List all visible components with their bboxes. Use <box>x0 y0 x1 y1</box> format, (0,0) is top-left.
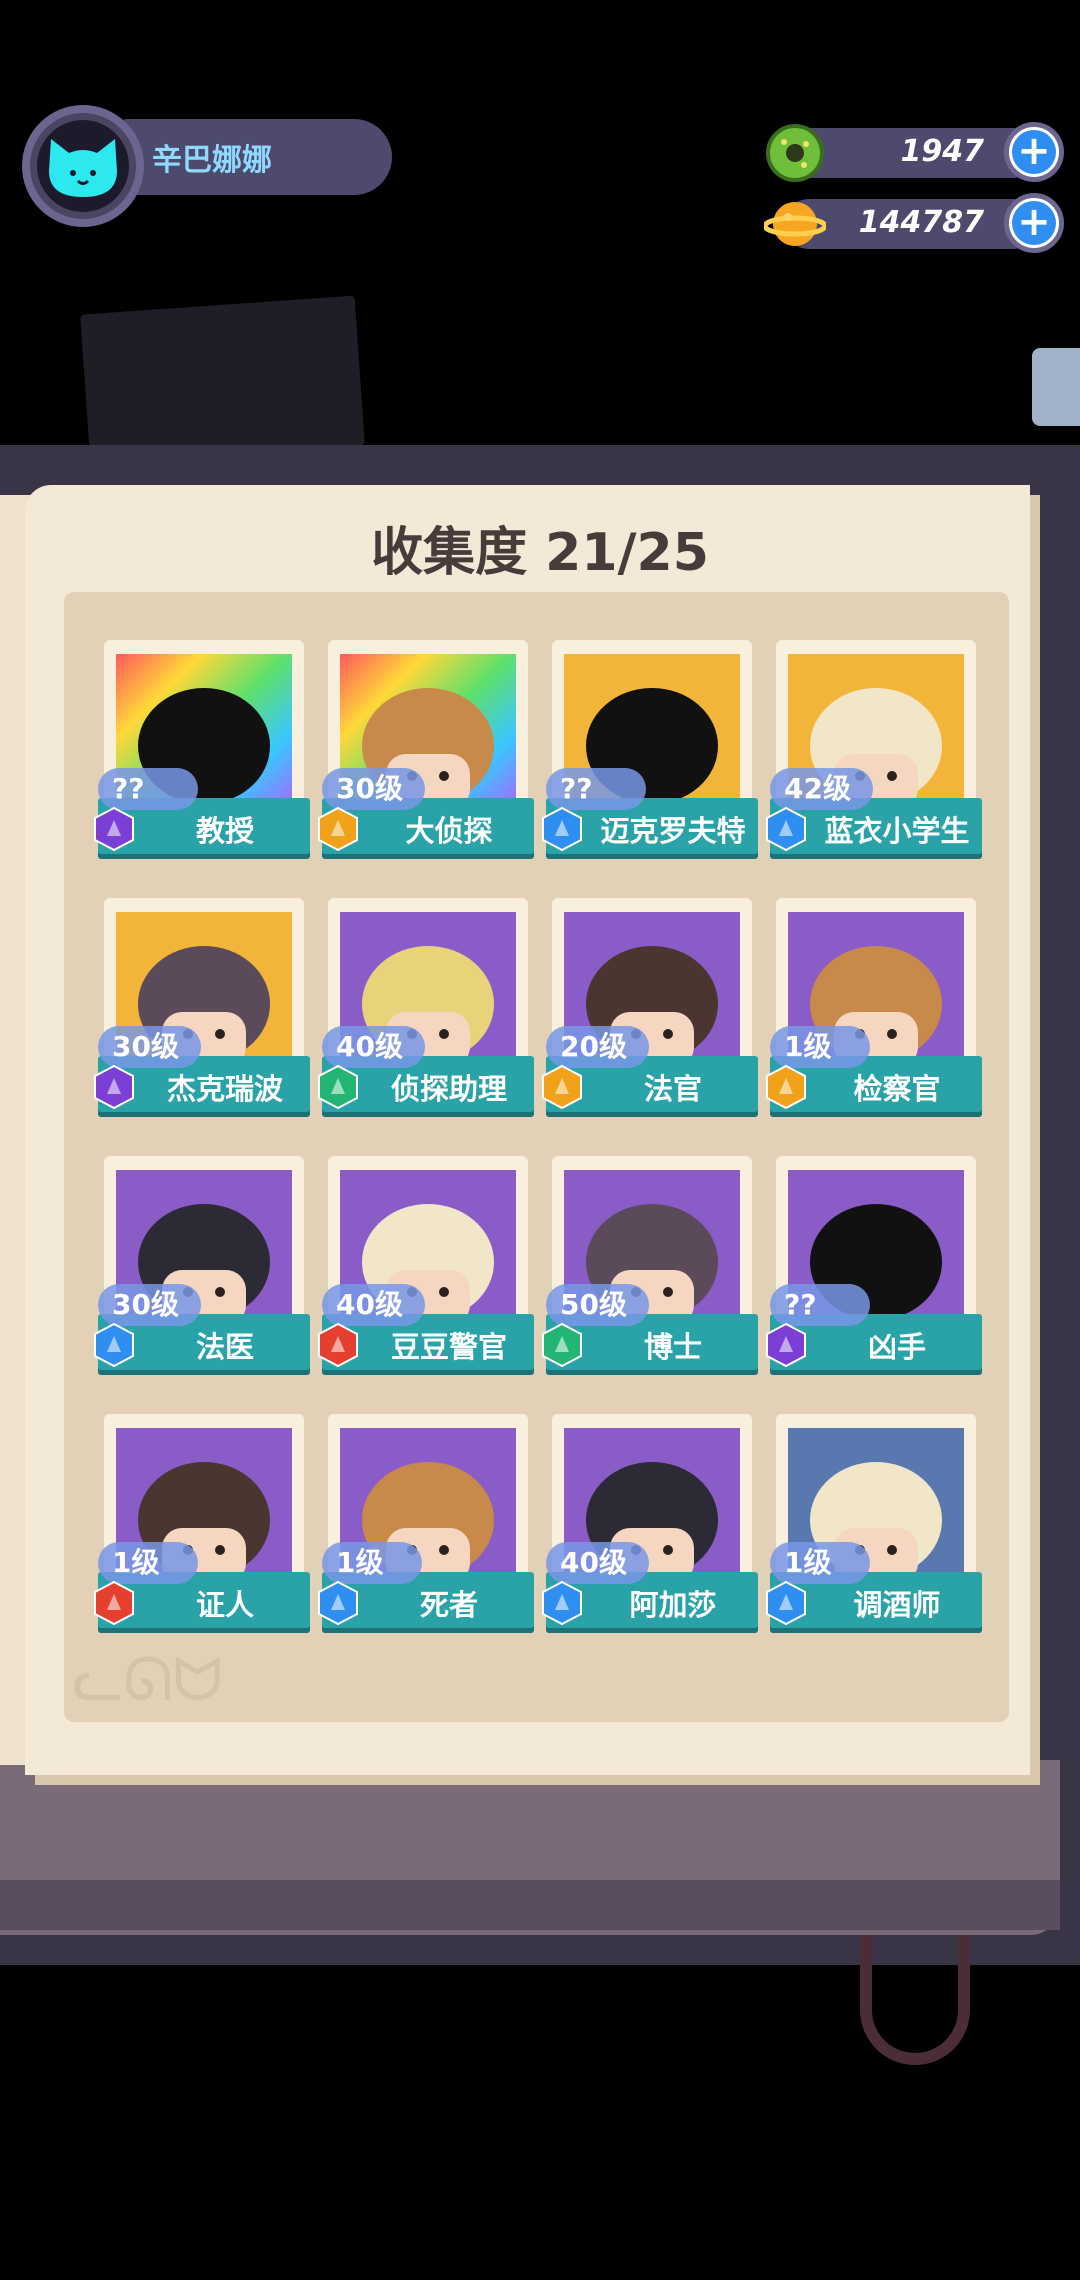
add-donut-button[interactable]: + <box>1004 122 1064 182</box>
donut-count: 1947 <box>900 134 985 169</box>
photo-frame-decoration <box>80 295 365 465</box>
character-card[interactable]: 蓝衣小学生 42级 <box>766 640 982 865</box>
player-profile[interactable]: 辛巴娜娜 <box>22 105 392 227</box>
rarity-badge-icon <box>318 1064 358 1110</box>
rarity-badge-icon <box>318 806 358 852</box>
rarity-badge-icon <box>94 806 134 852</box>
character-level: 1级 <box>98 1542 198 1584</box>
currency-planet: 144787 + <box>764 193 1064 255</box>
character-card[interactable]: 杰克瑞波 30级 <box>94 898 310 1123</box>
rarity-badge-icon <box>94 1064 134 1110</box>
character-name: 杰克瑞波 <box>166 1072 283 1106</box>
character-card[interactable]: 证人 1级 <box>94 1414 310 1639</box>
rarity-badge-icon <box>542 1322 582 1368</box>
character-name: 教授 <box>195 814 254 848</box>
book-strap <box>860 1935 970 2065</box>
character-name: 死者 <box>419 1588 478 1622</box>
character-card[interactable]: 博士 50级 <box>542 1156 758 1381</box>
character-level: ?? <box>770 1284 870 1326</box>
character-name: 检察官 <box>853 1072 941 1106</box>
planet-icon <box>764 202 826 246</box>
character-card[interactable]: 法医 30级 <box>94 1156 310 1381</box>
character-card[interactable]: 死者 1级 <box>318 1414 534 1639</box>
character-level: 30级 <box>322 768 425 810</box>
character-card[interactable]: 检察官 1级 <box>766 898 982 1123</box>
currency-donut: 1947 + <box>764 122 1064 184</box>
rarity-badge-icon <box>542 806 582 852</box>
character-card[interactable]: 豆豆警官 40级 <box>318 1156 534 1381</box>
scissors-icon[interactable] <box>1032 348 1080 426</box>
avatar[interactable] <box>22 105 144 227</box>
character-card[interactable]: 大侦探 30级 <box>318 640 534 865</box>
character-name: 阿加莎 <box>629 1588 717 1622</box>
character-card[interactable]: 凶手?? <box>766 1156 982 1381</box>
character-card[interactable]: 侦探助理 40级 <box>318 898 534 1123</box>
donut-icon <box>766 124 824 182</box>
rarity-badge-icon <box>318 1322 358 1368</box>
rarity-badge-icon <box>766 1064 806 1110</box>
book-band <box>0 1880 1060 1930</box>
add-planet-button[interactable]: + <box>1004 193 1064 253</box>
character-level: 42级 <box>770 768 873 810</box>
rarity-badge-icon <box>318 1580 358 1626</box>
rarity-badge-icon <box>94 1580 134 1626</box>
character-card[interactable]: 教授?? <box>94 640 310 865</box>
character-level: 1级 <box>770 1542 870 1584</box>
rarity-badge-icon <box>766 1580 806 1626</box>
character-level: 40级 <box>322 1026 425 1068</box>
character-level: 50级 <box>546 1284 649 1326</box>
character-name: 法医 <box>195 1330 254 1364</box>
character-name: 侦探助理 <box>390 1072 507 1106</box>
character-name: 调酒师 <box>853 1588 941 1622</box>
rarity-badge-icon <box>766 1322 806 1368</box>
character-level: ?? <box>546 768 646 810</box>
character-card[interactable]: 迈克罗夫特?? <box>542 640 758 865</box>
character-level: 1级 <box>322 1542 422 1584</box>
character-card[interactable]: 法官 20级 <box>542 898 758 1123</box>
character-level: ?? <box>98 768 198 810</box>
character-level: 40级 <box>546 1542 649 1584</box>
character-level: 30级 <box>98 1284 201 1326</box>
character-name: 迈克罗夫特 <box>600 814 746 848</box>
rarity-badge-icon <box>94 1322 134 1368</box>
collection-progress-title: 收集度 21/25 <box>371 523 709 583</box>
player-name: 辛巴娜娜 <box>152 143 272 178</box>
rarity-badge-icon <box>542 1064 582 1110</box>
character-card[interactable]: 调酒师 1级 <box>766 1414 982 1639</box>
character-level: 20级 <box>546 1026 649 1068</box>
character-name: 博士 <box>643 1330 702 1364</box>
rarity-badge-icon <box>542 1580 582 1626</box>
character-name: 凶手 <box>867 1330 926 1364</box>
character-name: 豆豆警官 <box>390 1330 507 1364</box>
character-card[interactable]: 阿加莎 40级 <box>542 1414 758 1639</box>
character-level: 1级 <box>770 1026 870 1068</box>
planet-count: 144787 <box>858 205 984 240</box>
character-level: 30级 <box>98 1026 201 1068</box>
character-name: 蓝衣小学生 <box>824 814 970 848</box>
character-name: 大侦探 <box>405 814 493 848</box>
character-level: 40级 <box>322 1284 425 1326</box>
character-name: 法官 <box>643 1072 702 1106</box>
rarity-badge-icon <box>766 806 806 852</box>
character-name: 证人 <box>195 1588 254 1622</box>
cat-watermark-icon: ᓚᘏᗢ <box>72 1645 223 1715</box>
cat-avatar-icon <box>49 139 117 197</box>
